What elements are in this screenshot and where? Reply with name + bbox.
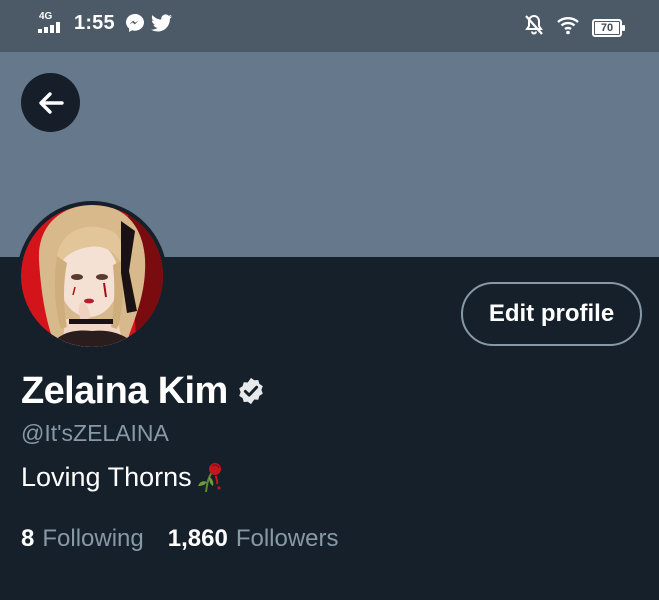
followers-label: Followers <box>235 525 339 552</box>
profile-stats: 8 Following 1,860 Followers <box>21 523 339 555</box>
profile-display-name: Zelaina Kim <box>21 370 228 412</box>
edit-profile-button[interactable]: Edit profile <box>461 282 642 346</box>
twitter-bird-icon <box>150 13 173 33</box>
profile-avatar[interactable] <box>17 201 167 351</box>
arrow-left-icon <box>36 88 66 118</box>
verified-badge-icon <box>236 376 266 406</box>
followers-stat[interactable]: 1,860 Followers <box>168 523 339 555</box>
followers-count: 1,860 <box>167 525 228 552</box>
following-label: Following <box>42 525 144 552</box>
notifications-off-icon <box>524 14 544 41</box>
network-type-label: 4G <box>39 11 53 22</box>
wilted-rose-icon <box>194 460 224 494</box>
status-bar: 4G 1:55 70 <box>0 0 659 52</box>
bio-text: Loving Thorns <box>21 462 192 492</box>
battery-icon: 70 <box>592 18 626 37</box>
back-button[interactable] <box>21 73 80 132</box>
cellular-signal-icon: 4G <box>38 11 68 35</box>
profile-name-row: Zelaina Kim <box>21 367 266 415</box>
messenger-icon <box>125 13 145 33</box>
profile-handle: @It'sZELAINA <box>21 420 169 446</box>
wifi-icon <box>556 15 580 40</box>
profile-screen: 4G 1:55 70 Edit profile Zelaina Kim @It'… <box>0 0 659 600</box>
status-bar-left: 4G 1:55 <box>38 11 179 35</box>
battery-level: 70 <box>600 21 614 34</box>
status-time: 1:55 <box>74 11 115 34</box>
status-bar-right: 70 <box>524 14 626 41</box>
following-stat[interactable]: 8 Following <box>21 523 144 555</box>
following-count: 8 <box>21 525 35 552</box>
profile-bio: Loving Thorns <box>21 459 224 495</box>
